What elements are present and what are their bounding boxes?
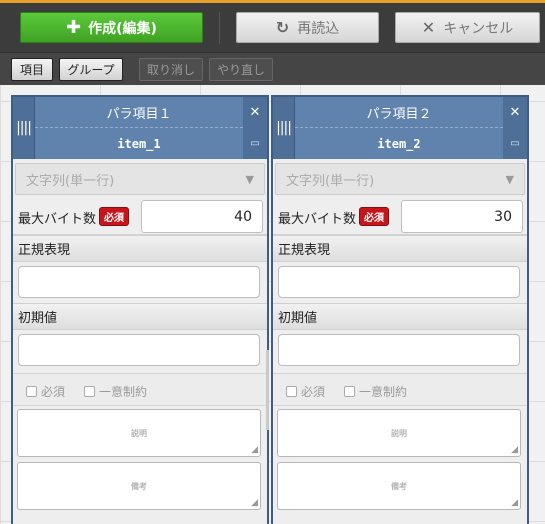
redo-button[interactable]: やり直し [209,58,273,81]
toolbar-divider [219,12,220,44]
required-checkbox[interactable]: 必須 [286,383,325,400]
cancel-label: キャンセル [443,20,514,37]
max-bytes-input[interactable]: 40 [141,200,263,233]
max-bytes-input[interactable]: 30 [401,200,523,233]
default-value-input[interactable] [278,334,520,366]
default-value-label: 初期値 [13,303,267,330]
resize-grip-icon[interactable]: ◢ [251,499,258,508]
create-edit-button[interactable]: ✚ 作成(編集) [20,12,203,43]
add-group-button[interactable]: グループ [59,58,123,81]
resize-grip-icon[interactable]: ◢ [511,446,518,455]
redo-label: やり直し [216,63,265,77]
secondary-toolbar: 項目 グループ 取り消し やり直し [0,52,545,85]
type-select-value: 文字列(単一行) [286,173,375,189]
default-value-input[interactable] [18,334,260,366]
chevron-down-icon: ▼ [245,173,254,186]
regex-input[interactable] [18,266,260,298]
drag-handle-icon[interactable]: |||| [273,97,295,159]
drag-handle-icon[interactable]: |||| [13,97,35,159]
param-item-panel: |||| パラ項目２ ✕ item_2 ▭ 文字列(単一行) ▼ 最大バイト数 … [271,95,529,524]
note-placeholder: 備考 [131,481,147,491]
checkbox-icon [84,386,95,397]
panel-title: パラ項目２ [295,97,503,128]
editor-canvas: |||| パラ項目１ ✕ item_1 ▭ 文字列(単一行) ▼ 最大バイト数 … [0,85,545,524]
resize-icon[interactable]: ▭ [243,128,267,159]
description-textarea[interactable]: 説明 ◢ [17,409,261,457]
item-name[interactable]: item_1 [35,128,243,159]
default-value-label: 初期値 [273,303,527,330]
close-icon[interactable]: ✕ [243,97,267,128]
required-badge: 必須 [99,207,129,226]
regex-input[interactable] [278,266,520,298]
required-checkbox-label: 必須 [301,385,326,399]
panel-splitter[interactable] [266,350,269,430]
add-group-label: グループ [67,63,115,77]
item-name[interactable]: item_2 [295,128,503,159]
add-item-label: 項目 [19,63,44,77]
type-select-value: 文字列(単一行) [26,173,115,189]
description-placeholder: 説明 [131,428,147,438]
cancel-button[interactable]: ✕ キャンセル [395,12,540,43]
required-checkbox-label: 必須 [41,385,66,399]
checkbox-icon [286,386,297,397]
create-edit-label: 作成(編集) [88,20,157,37]
refresh-icon: ↻ [275,18,290,37]
max-bytes-row: 最大バイト数 必須 40 [13,198,267,235]
constraint-row: 必須 一意制約 [13,373,267,406]
main-toolbar: ✚ 作成(編集) ↻ 再読込 ✕ キャンセル [0,0,545,52]
required-badge: 必須 [359,207,389,226]
regex-label: 正規表現 [273,235,527,262]
unique-checkbox-label: 一意制約 [359,385,408,399]
param-item-panel: |||| パラ項目１ ✕ item_1 ▭ 文字列(単一行) ▼ 最大バイト数 … [11,95,269,524]
note-textarea[interactable]: 備考 ◢ [17,462,261,510]
plus-icon: ✚ [66,16,82,38]
close-icon[interactable]: ✕ [503,97,527,128]
regex-label: 正規表現 [13,235,267,262]
description-placeholder: 説明 [391,428,407,438]
unique-checkbox[interactable]: 一意制約 [344,383,407,400]
undo-label: 取り消し [146,63,195,77]
checkbox-icon [344,386,355,397]
required-checkbox[interactable]: 必須 [26,383,65,400]
unique-checkbox-label: 一意制約 [99,385,148,399]
type-select[interactable]: 文字列(単一行) ▼ [15,163,265,195]
unique-checkbox[interactable]: 一意制約 [84,383,147,400]
panel-header: |||| パラ項目２ ✕ item_2 ▭ [273,97,527,159]
panel-header: |||| パラ項目１ ✕ item_1 ▭ [13,97,267,159]
reload-label: 再読込 [297,20,340,37]
type-select[interactable]: 文字列(単一行) ▼ [275,163,525,195]
chevron-down-icon: ▼ [505,173,514,186]
reload-button[interactable]: ↻ 再読込 [236,12,379,43]
description-textarea[interactable]: 説明 ◢ [277,409,521,457]
max-bytes-row: 最大バイト数 必須 30 [273,198,527,235]
note-placeholder: 備考 [391,481,407,491]
constraint-row: 必須 一意制約 [273,373,527,406]
resize-grip-icon[interactable]: ◢ [251,446,258,455]
max-bytes-label: 最大バイト数 [18,212,97,227]
max-bytes-label: 最大バイト数 [278,212,357,227]
checkbox-icon [26,386,37,397]
resize-grip-icon[interactable]: ◢ [511,499,518,508]
panel-title: パラ項目１ [35,97,243,128]
add-item-button[interactable]: 項目 [11,58,53,81]
x-icon: ✕ [421,18,436,37]
resize-icon[interactable]: ▭ [503,128,527,159]
note-textarea[interactable]: 備考 ◢ [277,462,521,510]
undo-button[interactable]: 取り消し [139,58,203,81]
